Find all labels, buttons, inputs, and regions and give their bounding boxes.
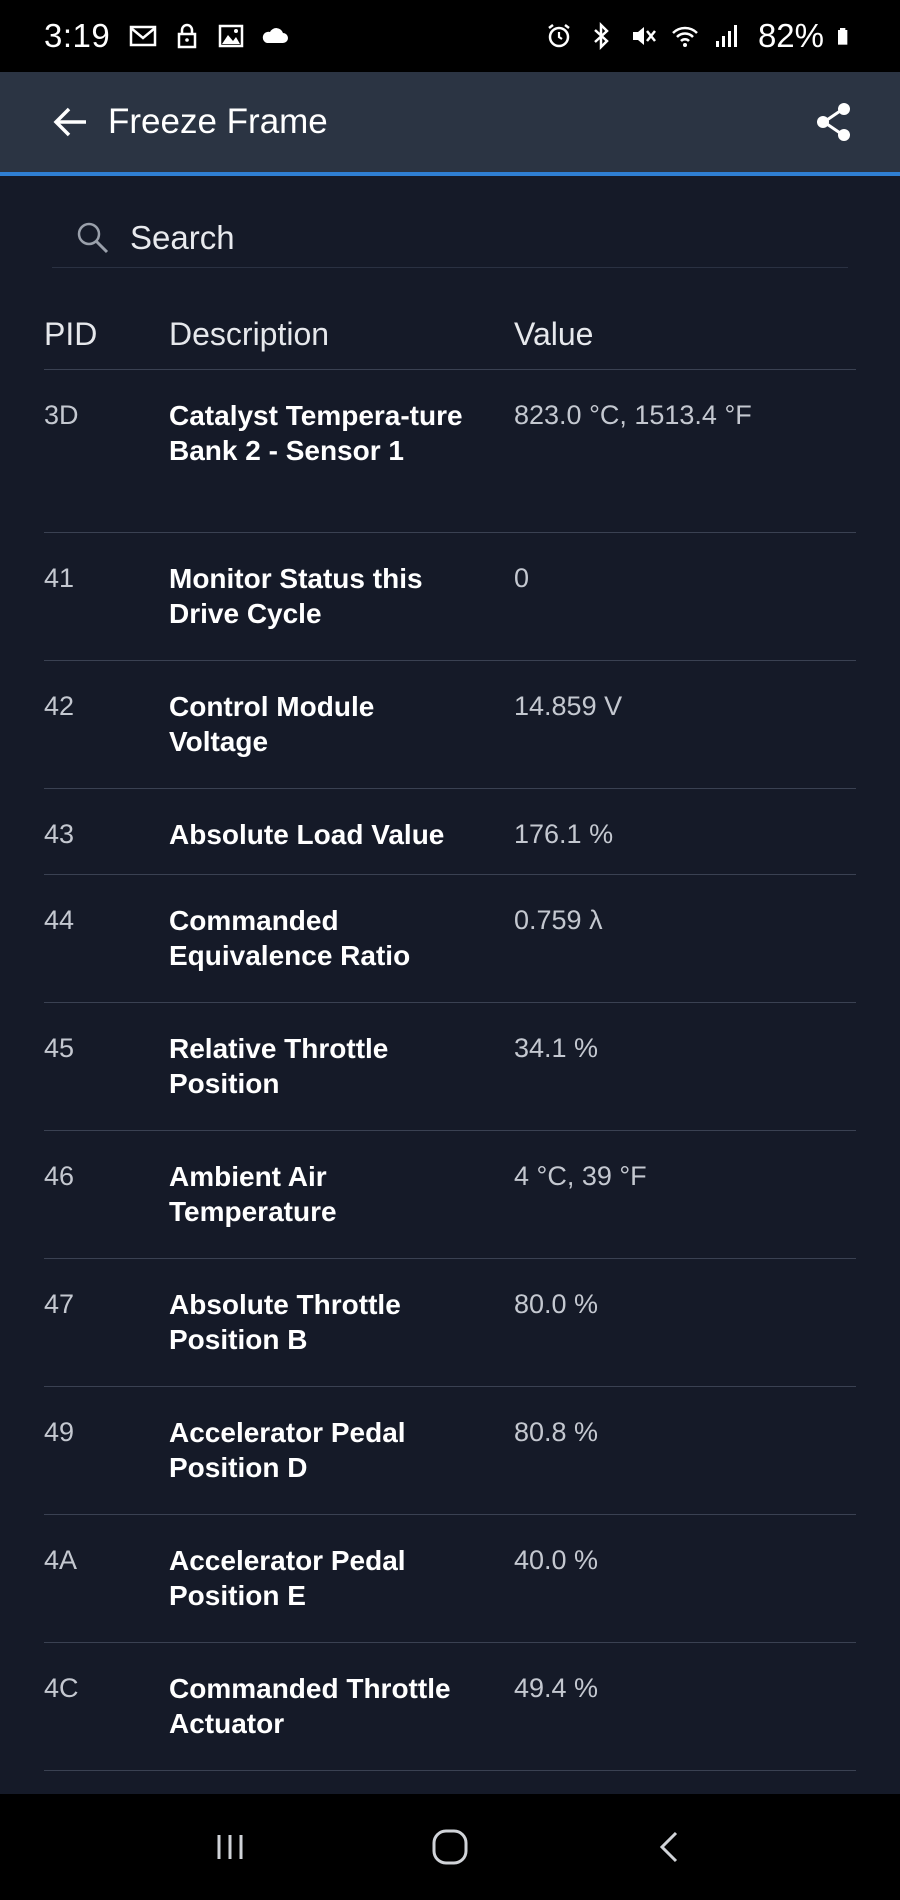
- header-value: Value: [514, 316, 594, 352]
- nav-back-button[interactable]: [630, 1807, 710, 1887]
- table-row: 42 Control Module Voltage 14.859 V: [44, 661, 856, 789]
- share-button[interactable]: [812, 100, 856, 144]
- table-row: 44 Commanded Equivalence Ratio 0.759 λ: [44, 875, 856, 1003]
- home-icon: [432, 1829, 468, 1865]
- gmail-icon: [129, 25, 157, 47]
- table-row: 47 Absolute Throttle Position B 80.0 %: [44, 1259, 856, 1387]
- row-value: 40.0 %: [514, 1545, 599, 1575]
- row-pid: 43: [44, 819, 75, 849]
- app-bar-accent-line: [0, 172, 900, 176]
- header-description: Description: [169, 316, 330, 352]
- page-title: Freeze Frame: [108, 102, 328, 141]
- row-pid: 42: [44, 691, 75, 721]
- row-pid: 45: [44, 1033, 75, 1063]
- status-left-icons: [128, 21, 290, 51]
- row-pid: 44: [44, 905, 75, 935]
- table-row: 49 Accelerator Pedal Position D 80.8 %: [44, 1387, 856, 1515]
- recent-apps-icon: [217, 1835, 243, 1859]
- row-description: Absolute Load Value: [169, 819, 445, 850]
- row-value: 0.759 λ: [514, 905, 603, 935]
- row-pid: 3D: [44, 400, 79, 430]
- signal-icon: [715, 25, 737, 47]
- alarm-icon: [548, 24, 570, 48]
- arrow-left-icon: [53, 107, 86, 137]
- row-value: 49.4 %: [514, 1673, 599, 1703]
- search-bar[interactable]: [52, 208, 848, 268]
- row-value: 34.1 %: [514, 1033, 599, 1063]
- table-row: 4A Accelerator Pedal Position E 40.0 %: [44, 1515, 856, 1643]
- header-pid: PID: [44, 316, 98, 352]
- cloud-icon: [263, 28, 289, 43]
- table-row: 46 Ambient Air Temperature 4 °C, 39 °F: [44, 1131, 856, 1259]
- battery-icon: [838, 28, 848, 45]
- row-description: Commanded Throttle Actuator: [169, 1673, 451, 1739]
- back-button[interactable]: [48, 100, 92, 144]
- row-description: Commanded Equivalence Ratio: [169, 905, 411, 971]
- table-row: 4C Commanded Throttle Actuator 49.4 %: [44, 1643, 856, 1771]
- back-icon: [659, 1831, 678, 1863]
- row-pid: 46: [44, 1161, 75, 1191]
- share-icon: [817, 103, 850, 141]
- row-description: Control Module Voltage: [169, 691, 375, 757]
- search-input[interactable]: [128, 217, 828, 258]
- row-pid: 4A: [44, 1545, 78, 1575]
- row-pid: 4C: [44, 1673, 79, 1703]
- status-right-icons: 82%: [544, 17, 856, 55]
- lock-icon: [177, 23, 197, 49]
- table-row: 45 Relative Throttle Position 34.1 %: [44, 1003, 856, 1131]
- app-bar: Freeze Frame: [0, 72, 900, 172]
- table-row: 41 Monitor Status this Drive Cycle 0: [44, 533, 856, 661]
- row-description: Relative Throttle Position: [169, 1033, 389, 1099]
- search-icon: [77, 222, 109, 253]
- row-description: Accelerator Pedal Position D: [169, 1417, 406, 1483]
- table-header: PID Description Value: [44, 300, 856, 370]
- table-row: 43 Absolute Load Value 176.1 %: [44, 789, 856, 875]
- image-icon: [218, 24, 244, 48]
- table-body: 3D Catalyst Tempera-ture Bank 2 - Sensor …: [44, 370, 856, 1857]
- row-value: 176.1 %: [514, 819, 614, 849]
- row-value: 823.0 °C, 1513.4 °F: [514, 400, 752, 430]
- row-description: Absolute Throttle Position B: [169, 1289, 401, 1355]
- bluetooth-icon: [594, 21, 609, 51]
- row-pid: 47: [44, 1289, 75, 1319]
- row-value: 14.859 V: [514, 691, 623, 721]
- home-button[interactable]: [410, 1807, 490, 1887]
- system-nav-bar: [0, 1794, 900, 1900]
- row-description: Ambient Air Temperature: [169, 1161, 337, 1227]
- row-description: Monitor Status this Drive Cycle: [169, 563, 423, 629]
- status-bar: 3:19 82%: [0, 0, 900, 72]
- row-value: 4 °C, 39 °F: [514, 1161, 647, 1191]
- recent-apps-button[interactable]: [190, 1807, 270, 1887]
- status-time: 3:19: [44, 17, 111, 54]
- row-description: Catalyst Tempera-ture Bank 2 - Sensor 1: [169, 400, 463, 466]
- battery-percent: 82%: [757, 17, 824, 54]
- mute-icon: [632, 27, 656, 45]
- freeze-frame-table: PID Description Value 3D Catalyst Tempera…: [44, 300, 856, 1857]
- row-value: 80.8 %: [514, 1417, 599, 1447]
- row-pid: 49: [44, 1417, 75, 1447]
- row-description: Accelerator Pedal Position E: [169, 1545, 406, 1611]
- row-pid: 41: [44, 563, 75, 593]
- table-row: 3D Catalyst Tempera-ture Bank 2 - Sensor …: [44, 370, 856, 533]
- row-value: 0: [514, 563, 530, 593]
- row-value: 80.0 %: [514, 1289, 599, 1319]
- wifi-icon: [672, 26, 698, 47]
